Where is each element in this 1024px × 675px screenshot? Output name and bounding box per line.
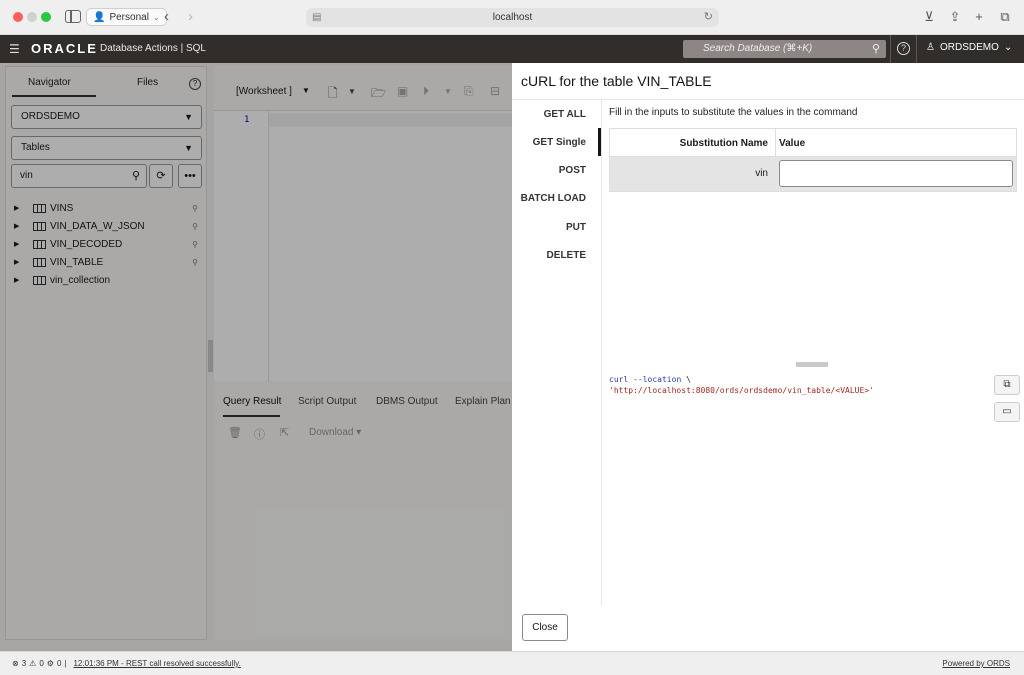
user-icon: ♙: [926, 42, 935, 53]
column-header-substitution-name: Substitution Name: [679, 138, 768, 149]
minimize-window-button[interactable]: [27, 12, 37, 22]
status-message[interactable]: 12:01:36 PM - REST call resolved success…: [73, 659, 240, 668]
user-name: ORDSDEMO: [939, 42, 999, 53]
help-icon[interactable]: ?: [897, 42, 910, 55]
substitution-value-input[interactable]: [779, 160, 1013, 187]
code-line: 'http://localhost:8080/ords/ordsdemo/vin…: [609, 385, 874, 396]
substitution-name: vin: [755, 168, 768, 179]
resize-handle[interactable]: [796, 362, 828, 367]
error-count: 3: [21, 659, 27, 668]
page-icon: ▤: [312, 12, 322, 23]
downloads-icon[interactable]: ⊻: [921, 9, 937, 25]
new-tab-icon[interactable]: +: [971, 9, 987, 24]
close-button[interactable]: Close: [522, 614, 568, 641]
person-icon: 👤: [93, 11, 106, 23]
copy-button[interactable]: ⧉: [994, 375, 1020, 395]
status-separator: |: [64, 659, 67, 668]
search-placeholder: Search Database (⌘+K): [703, 43, 813, 54]
warning-count: 0: [39, 659, 44, 668]
status-counters: ⊗ 3 ⚠ 0 ⚙ 0 | 12:01:36 PM - REST call re…: [12, 659, 241, 668]
divider: [512, 99, 1024, 100]
method-get-all[interactable]: GET ALL: [544, 109, 586, 120]
url-text: localhost: [492, 12, 533, 23]
method-get-single[interactable]: GET Single: [533, 137, 586, 148]
column-divider: [775, 129, 776, 157]
method-post[interactable]: POST: [559, 165, 586, 176]
code-command: curl: [609, 375, 629, 384]
method-put[interactable]: PUT: [566, 222, 586, 233]
method-batch-load[interactable]: BATCH LOAD: [521, 193, 586, 204]
divider: [601, 100, 602, 605]
user-menu[interactable]: ♙ ORDSDEMO ⌄: [926, 42, 1012, 53]
profile-name: Personal: [109, 11, 149, 23]
table-header: Substitution Name Value: [610, 129, 1016, 157]
gear-icon[interactable]: ⚙: [47, 659, 54, 668]
instruction-text: Fill in the inputs to substitute the val…: [609, 107, 858, 118]
header-divider: [890, 35, 891, 63]
warning-icon[interactable]: ⚠: [29, 659, 36, 668]
browser-toolbar: 👤 Personal ⌄ ‹ › ▤ localhost ↻ ⊻ ⇪ + ⧉: [0, 0, 1024, 35]
maximize-window-button[interactable]: [41, 12, 51, 22]
code-continuation: \: [686, 375, 691, 384]
app-header: ☰ ORACLE Database Actions | SQL Search D…: [0, 35, 1024, 63]
task-count: 0: [56, 659, 62, 668]
back-arrow-icon[interactable]: ‹: [164, 8, 169, 25]
chevron-down-icon: ⌄: [152, 12, 160, 22]
menu-icon[interactable]: ☰: [9, 42, 20, 56]
sidebar-toggle-icon[interactable]: [65, 10, 81, 23]
tab-overview-icon[interactable]: ⧉: [997, 9, 1013, 25]
powered-by-link[interactable]: Powered by ORDS: [942, 659, 1010, 668]
chevron-down-icon: ⌄: [1003, 42, 1013, 53]
copy-icon: ⧉: [1003, 379, 1011, 390]
curl-command: curl --location \ 'http://localhost:8080…: [609, 374, 874, 396]
open-terminal-button[interactable]: ▭: [994, 402, 1020, 422]
status-bar: ⊗ 3 ⚠ 0 ⚙ 0 | 12:01:36 PM - REST call re…: [0, 651, 1024, 675]
forward-arrow-icon[interactable]: ›: [188, 8, 193, 25]
panel-title: cURL for the table VIN_TABLE: [521, 73, 712, 89]
code-line: curl --location \: [609, 374, 874, 385]
profile-selector[interactable]: 👤 Personal ⌄: [86, 8, 167, 26]
column-header-value: Value: [779, 138, 806, 149]
substitution-table: Substitution Name Value vin: [609, 128, 1017, 192]
curl-panel: cURL for the table VIN_TABLE GET ALL GET…: [512, 63, 1024, 651]
error-icon[interactable]: ⊗: [12, 659, 19, 668]
search-icon: ⚲: [871, 43, 880, 55]
code-url: 'http://localhost:8080/ords/ordsdemo/vin…: [609, 386, 874, 395]
terminal-icon: ▭: [1002, 406, 1012, 417]
reload-icon[interactable]: ↻: [704, 8, 713, 27]
code-flag: --location: [633, 375, 682, 384]
method-delete[interactable]: DELETE: [547, 250, 586, 261]
header-divider: [916, 35, 917, 63]
modal-backdrop[interactable]: [0, 63, 512, 651]
database-search[interactable]: Search Database (⌘+K) ⚲: [683, 40, 886, 58]
app-title: Database Actions | SQL: [100, 43, 206, 54]
oracle-logo: ORACLE: [31, 41, 98, 56]
close-window-button[interactable]: [13, 12, 23, 22]
share-icon[interactable]: ⇪: [947, 9, 963, 25]
table-row: vin: [610, 157, 1016, 191]
address-bar[interactable]: ▤ localhost ↻: [306, 8, 719, 27]
